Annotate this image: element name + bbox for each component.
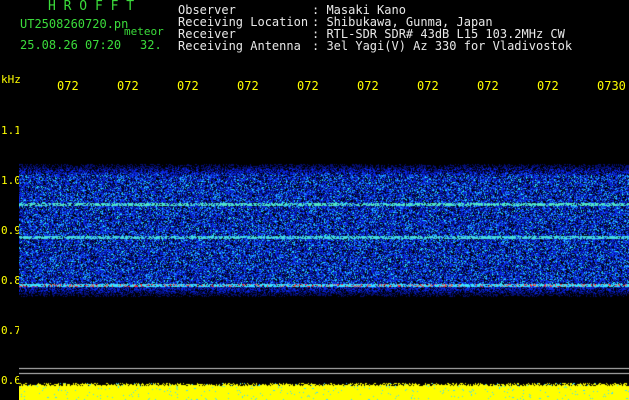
freq-tick: 0.8 <box>1 274 21 287</box>
antenna-value: : 3el Yagi(V) Az 330 for Vladivostok <box>312 39 573 53</box>
time-tick: 072 <box>297 79 319 93</box>
time-tick: 072 <box>117 79 139 93</box>
freq-tick: 0.7 <box>1 324 21 337</box>
time-tick: 072 <box>177 79 199 93</box>
meteor-count: 32. <box>140 38 162 52</box>
y-axis-unit: kHz <box>1 73 21 86</box>
app-logo: H R O F F T <box>48 0 135 14</box>
header-panel: H R O F F T UT2508260720.pn meteor 25.08… <box>0 0 629 68</box>
freq-tick: 0.9 <box>1 224 21 237</box>
time-tick: 072 <box>357 79 379 93</box>
spectrogram-canvas <box>19 100 629 400</box>
time-tick: 072 <box>57 79 79 93</box>
time-tick: 072 <box>237 79 259 93</box>
time-tick: 072 <box>417 79 439 93</box>
antenna-label: Receiving Antenna <box>178 39 301 53</box>
freq-tick: 1.1 <box>1 124 21 137</box>
freq-tick: 1.0 <box>1 174 21 187</box>
time-tick: 0730 <box>597 79 626 93</box>
time-tick: 072 <box>537 79 559 93</box>
time-tick: 072 <box>477 79 499 93</box>
capture-datetime: 25.08.26 07:20 <box>20 38 122 52</box>
file-name: UT2508260720.pn <box>20 17 129 31</box>
freq-tick: 0.6 <box>1 374 21 387</box>
mode-label: meteor <box>124 25 164 38</box>
